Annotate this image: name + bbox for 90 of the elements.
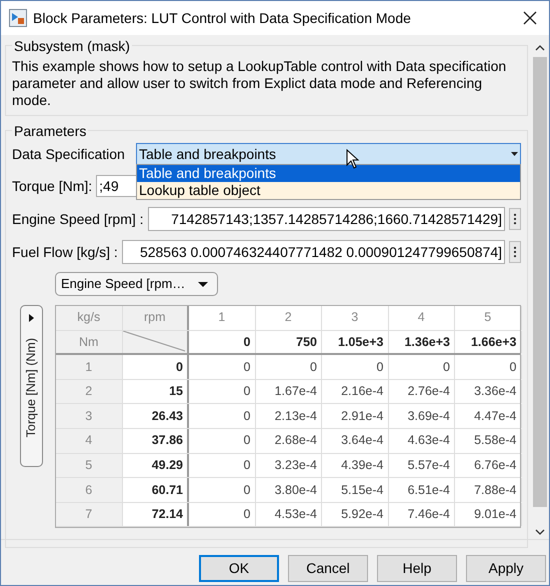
breakpoint-cell: 60.71 [122,478,189,502]
table-cell: 2.68e-4 [256,428,322,453]
row-number: 4 [56,428,122,453]
breakpoint-cell: 26.43 [122,404,189,428]
table-cell: 0 [388,355,455,379]
expand-arrow-icon [29,314,34,322]
column-number: 1 [189,306,256,330]
breakpoint-cell: 0 [189,330,256,354]
breakpoint-cell: 72.14 [122,502,189,526]
table-cell: 3.36e-4 [455,380,522,404]
table-cell: 0 [189,502,256,526]
dialog-button[interactable]: OK [199,555,279,582]
close-icon[interactable] [523,11,537,25]
column-number: 2 [256,306,322,330]
more-options-icon[interactable] [509,241,521,263]
table-cell: 4.63e-4 [388,428,455,453]
description-text: This example shows how to setup a LookupTable control with Data specification parameter and allow user to switch from Explict data mode and Referencing mode. [12,58,508,109]
table-cell: 0 [189,454,256,478]
breakpoint-cell: 1.05e+3 [322,330,388,354]
table-cell: 9.01e-4 [455,502,522,526]
breakpoint-cell: 37.86 [122,428,189,453]
column-number: 3 [322,306,388,330]
table-cell: 4.53e-4 [256,502,322,526]
table-cell: 2.91e-4 [322,404,388,428]
field-label: Torque [Nm]: [12,176,92,196]
row-number: 5 [56,454,122,478]
breakpoint-cell: 1.36e+3 [388,330,455,354]
breakpoint-cell: 0 [122,355,189,379]
caret-icon [511,152,518,156]
table-cell: 6.51e-4 [388,478,455,502]
table-cell: 4.39e-4 [322,454,388,478]
column-number: 4 [388,306,455,330]
table-cell: 3.64e-4 [322,428,388,453]
breakpoint-cell: 750 [256,330,322,354]
block-icon [9,9,27,27]
scrollbar-thumb[interactable] [533,57,547,507]
row-number: 3 [56,404,122,428]
axis-dropdown[interactable]: Engine Speed [rpm… [55,272,218,296]
table-cell: 0 [189,478,256,502]
scroll-up-icon[interactable] [535,45,545,51]
axis-unit-label: kg/s [56,306,122,330]
breakpoint-cell: 49.29 [122,454,189,478]
window-title: Block Parameters: LUT Control with Data Specification Mode [33,8,412,28]
axis-unit-label: rpm [122,306,189,330]
side-toggle[interactable]: Torque [Nm] (Nm) [20,305,43,467]
field-label: Data Specification [12,144,126,164]
table-cell: 0 [256,355,322,379]
input-field[interactable]: 7142857143;1357.14285714286;1660.71428571429] [148,207,505,231]
axis-unit-label: Nm [56,330,122,354]
table-cell: 0 [322,355,388,379]
column-number: 5 [455,306,522,330]
dropdown-option[interactable]: Lookup table object [137,182,520,199]
breakpoint-cell: 15 [122,380,189,404]
table-cell: 5.92e-4 [322,502,388,526]
table-cell: 0 [455,355,522,379]
table-cell: 3.69e-4 [388,404,455,428]
more-options-icon[interactable] [509,208,521,230]
table-cell: 7.88e-4 [455,478,522,502]
breakpoint-cell: 1.66e+3 [455,330,522,354]
caret-icon [198,282,208,286]
field-label: Engine Speed [rpm] : [12,210,144,229]
table-cell: 6.76e-4 [455,454,522,478]
field-label: Fuel Flow [kg/s] : [12,242,118,262]
pointer-cursor-icon [346,149,360,169]
row-number: 7 [56,502,122,526]
dropdown-option[interactable]: Table and breakpoints [137,165,520,182]
row-number: 1 [56,355,122,379]
dialog-button[interactable]: Help [377,555,457,582]
row-number: 6 [56,478,122,502]
dropdown[interactable]: Table and breakpoints [136,143,521,165]
table-cell: 0 [189,380,256,404]
dialog-button[interactable]: Apply [466,555,546,582]
table-cell: 5.57e-4 [388,454,455,478]
table-cell: 5.58e-4 [455,428,522,453]
table-cell: 3.23e-4 [256,454,322,478]
table-cell: 7.46e-4 [388,502,455,526]
scroll-down-icon[interactable] [535,529,545,535]
table-cell: 2.16e-4 [322,380,388,404]
table-cell: 1.67e-4 [256,380,322,404]
row-number: 2 [56,380,122,404]
table-cell: 4.47e-4 [455,404,522,428]
table-cell: 0 [189,404,256,428]
table-cell: 3.80e-4 [256,478,322,502]
table-cell: 0 [189,428,256,453]
table-cell: 2.13e-4 [256,404,322,428]
input-field[interactable]: 528563 0.000746324407771482 0.000901247799650874] [122,240,505,264]
table-cell: 2.76e-4 [388,380,455,404]
dialog-button[interactable]: Cancel [288,555,368,582]
table-cell: 5.15e-4 [322,478,388,502]
table-cell: 0 [189,355,256,379]
